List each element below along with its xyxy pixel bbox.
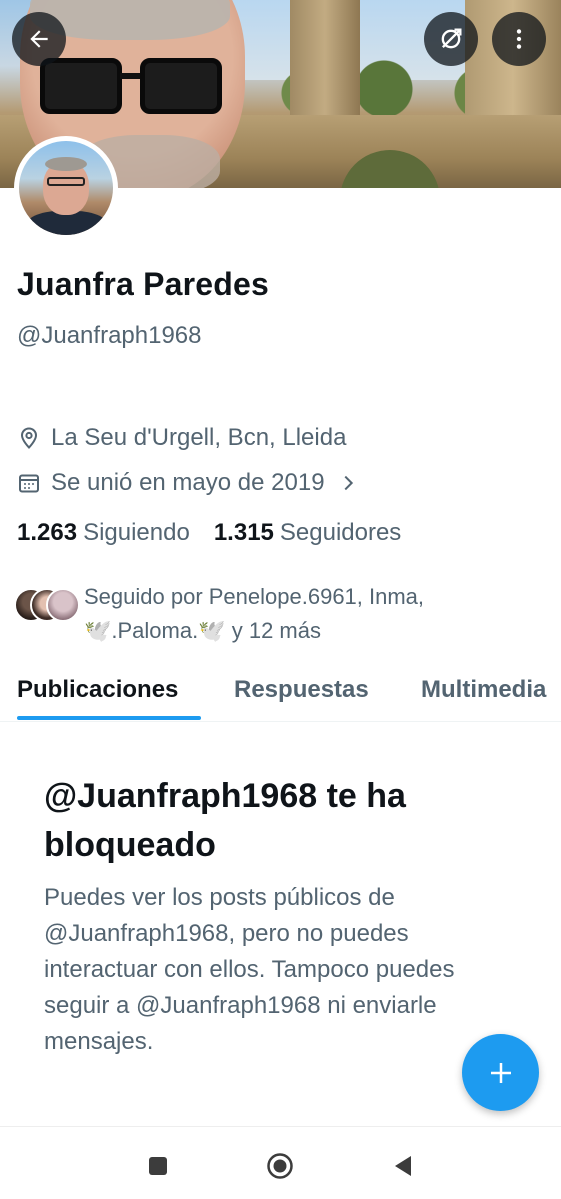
profile-location: La Seu d'Urgell, Bcn, Lleida — [17, 424, 346, 452]
followed-by-text: Seguido por Penelope.6961, Inma, 🕊️.Palo… — [84, 580, 524, 648]
tab-respuestas[interactable]: Respuestas — [234, 676, 369, 704]
follower-avatars — [14, 588, 82, 628]
compose-button[interactable] — [462, 1034, 539, 1111]
followed-by-line: Seguido por Penelope.6961, Inma, — [84, 584, 425, 609]
blocked-title: @Juanfraph1968 te ha bloqueado — [44, 777, 406, 864]
more-vertical-icon — [516, 29, 522, 49]
active-tab-indicator — [17, 716, 201, 720]
square-icon — [149, 1157, 167, 1175]
following-link[interactable]: 1.263 Siguiendo — [17, 519, 190, 547]
back-nav-button[interactable] — [388, 1151, 418, 1181]
joined-text: Se unió en mayo de 2019 — [51, 469, 325, 496]
following-label: Siguiendo — [83, 519, 190, 546]
recent-apps-button[interactable] — [143, 1151, 173, 1181]
circle-home-icon — [267, 1153, 293, 1179]
followed-by-line: 🕊️.Paloma.🕊️ y 12 más — [84, 618, 321, 643]
back-button[interactable] — [12, 12, 66, 66]
followers-label: Seguidores — [279, 519, 402, 546]
follow-stats: 1.263 Siguiendo 1.315 Seguidores — [17, 519, 425, 547]
plus-icon — [490, 1062, 511, 1083]
chevron-right-icon — [344, 475, 353, 491]
profile-name: Juanfra Paredes — [17, 266, 270, 302]
profile-tabs: Publicaciones Respuestas Multimedia — [0, 668, 561, 722]
profile-avatar[interactable] — [14, 136, 118, 240]
translate-toggle-button[interactable] — [424, 12, 478, 66]
location-pin-icon — [20, 427, 38, 449]
location-text: La Seu d'Urgell, Bcn, Lleida — [51, 424, 347, 451]
avatar — [46, 588, 80, 622]
calendar-icon — [19, 474, 39, 493]
followers-link[interactable]: 1.315 Seguidores — [214, 519, 401, 547]
system-navigation-bar — [0, 1126, 561, 1199]
banner-column — [290, 0, 360, 120]
banner-sunglasses — [40, 58, 225, 116]
following-count: 1.263 — [17, 519, 78, 546]
followed-by[interactable]: Seguido por Penelope.6961, Inma, 🕊️.Palo… — [14, 580, 524, 648]
no-translate-icon — [441, 28, 462, 49]
triangle-back-icon — [395, 1156, 411, 1176]
more-options-button[interactable] — [492, 12, 546, 66]
followers-count: 1.315 — [213, 519, 274, 546]
profile-joined[interactable]: Se unió en mayo de 2019 — [17, 469, 369, 497]
tab-multimedia[interactable]: Multimedia — [421, 676, 546, 704]
arrow-left-icon — [30, 30, 48, 48]
tab-publicaciones[interactable]: Publicaciones — [17, 676, 178, 704]
home-button[interactable] — [265, 1151, 295, 1181]
profile-handle: @Juanfraph1968 — [17, 322, 202, 349]
blocked-message: Puedes ver los posts públicos de @Juanfr… — [44, 884, 455, 1055]
